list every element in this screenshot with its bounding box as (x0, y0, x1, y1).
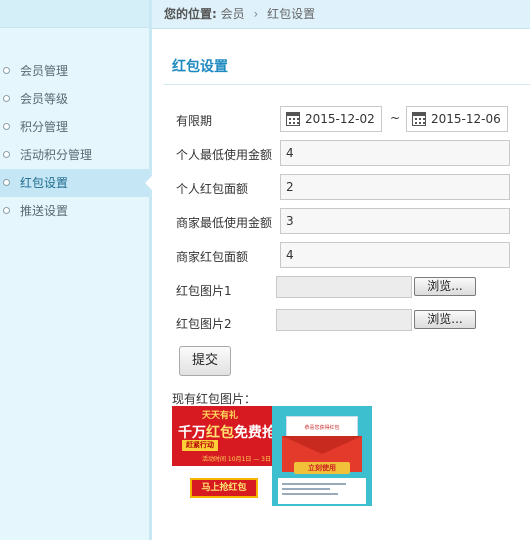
merchant-amount-label: 商家红包面额 (176, 250, 249, 264)
promo-banner: 天天有礼 千万红包免费抢 赶紧行动 活动时间 10月1日 — 3日 (172, 406, 272, 466)
sidebar-item-points-management[interactable]: 积分管理 (0, 113, 149, 141)
use-now-label: 立刻使用 (294, 462, 350, 474)
validity-label: 有限期 (176, 114, 213, 128)
end-date-value: 2015-12-06 (431, 112, 501, 126)
breadcrumb-separator-icon: › (253, 7, 259, 21)
submit-button[interactable]: 提交 (179, 346, 231, 376)
image2-label: 红包图片2 (176, 317, 232, 331)
sidebar-header (0, 0, 149, 28)
image1-file-input[interactable] (276, 276, 412, 298)
end-date-input[interactable]: 2015-12-06 (406, 106, 508, 132)
breadcrumb: 您的位置: 会员 › 红包设置 (152, 0, 530, 29)
promo-line2b: 红包 (206, 425, 234, 441)
bullet-icon (3, 151, 10, 158)
sidebar-item-label: 会员管理 (20, 64, 69, 78)
envelope-header: 恭喜您获得红包 (304, 425, 340, 431)
sidebar-item-member-level[interactable]: 会员等级 (0, 85, 149, 113)
promo-badge: 马上抢红包 (190, 478, 258, 498)
personal-amount-label: 个人红包面额 (176, 182, 249, 196)
sidebar-item-activity-points[interactable]: 活动积分管理 (0, 141, 149, 169)
image2-browse-button[interactable]: 浏览... (414, 310, 476, 329)
promo-line1: 天天有礼 (202, 411, 239, 421)
existing-redpacket-image-1: 天天有礼 千万红包免费抢 赶紧行动 活动时间 10月1日 — 3日 马上抢红包 (172, 406, 272, 506)
merchant-amount-input[interactable]: 4 (280, 242, 510, 268)
bullet-icon (3, 123, 10, 130)
sidebar-item-label: 活动积分管理 (20, 148, 93, 162)
image2-file-input[interactable] (276, 309, 412, 331)
start-date-input[interactable]: 2015-12-02 (280, 106, 382, 132)
breadcrumb-item-current: 红包设置 (267, 7, 316, 21)
merchant-min-label: 商家最低使用金额 (176, 216, 273, 230)
personal-min-input[interactable]: 4 (280, 140, 510, 166)
calendar-icon (286, 112, 300, 126)
merchant-min-input[interactable]: 3 (280, 208, 510, 234)
promo-date: 活动时间 10月1日 — 3日 (202, 456, 271, 463)
promo-line2a: 千万 (178, 425, 206, 441)
envelope-flap-icon (282, 436, 362, 454)
personal-min-label: 个人最低使用金额 (176, 148, 273, 162)
existing-redpacket-image-2: 恭喜您获得红包 立刻使用 (272, 406, 372, 506)
personal-amount-input[interactable]: 2 (280, 174, 510, 200)
calendar-icon (412, 112, 426, 126)
bullet-icon (3, 179, 10, 186)
start-date-value: 2015-12-02 (305, 112, 375, 126)
promo-tag: 赶紧行动 (182, 440, 218, 451)
bullet-icon (3, 95, 10, 102)
promo-line2: 千万红包免费抢 (178, 422, 272, 442)
breadcrumb-label: 您的位置: (164, 7, 217, 21)
sidebar-item-label: 会员等级 (20, 92, 69, 106)
sidebar-menu: 会员管理 会员等级 积分管理 活动积分管理 红包设置 推送设置 (0, 57, 152, 225)
sidebar: 会员管理 会员等级 积分管理 活动积分管理 红包设置 推送设置 (0, 0, 152, 540)
bullet-icon (3, 67, 10, 74)
date-range-separator: ~ (390, 111, 401, 125)
image1-browse-button[interactable]: 浏览... (414, 277, 476, 296)
existing-images-label: 现有红包图片： (172, 392, 257, 406)
sidebar-item-member-management[interactable]: 会员管理 (0, 57, 149, 85)
envelope-details (278, 478, 366, 504)
title-divider (164, 84, 530, 85)
breadcrumb-item-member[interactable]: 会员 (221, 7, 245, 21)
sidebar-item-label: 红包设置 (20, 176, 69, 190)
bullet-icon (3, 207, 10, 214)
page-title: 红包设置 (172, 59, 228, 75)
sidebar-item-label: 积分管理 (20, 120, 69, 134)
sidebar-item-label: 推送设置 (20, 204, 69, 218)
sidebar-item-redpacket-settings[interactable]: 红包设置 (0, 169, 152, 197)
sidebar-item-push-settings[interactable]: 推送设置 (0, 197, 149, 225)
promo-line2c: 免费抢 (234, 425, 272, 441)
image1-label: 红包图片1 (176, 284, 232, 298)
active-indicator-icon (145, 176, 152, 190)
